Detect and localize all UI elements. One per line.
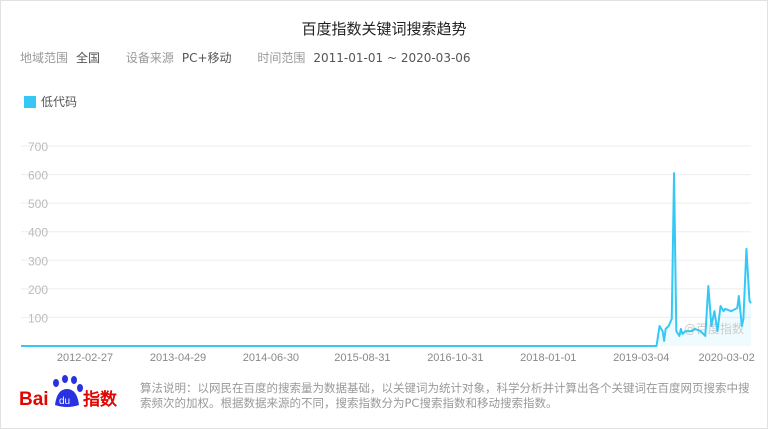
x-tick-label: 2018-01-01: [520, 352, 576, 364]
svg-text:du: du: [59, 396, 70, 407]
x-tick-label: 2015-08-31: [334, 352, 390, 364]
y-tick-label: 200: [28, 283, 48, 297]
series-area: [21, 173, 751, 346]
line-chart: 100 200 300 400 500 600 700 2012-02-27 2013-04-2…: [21, 140, 755, 364]
series-line-低代码: [21, 172, 752, 347]
x-tick-label: 2019-03-04: [613, 352, 669, 364]
y-tick-label: 100: [28, 311, 48, 325]
x-tick-label: 2013-04-29: [150, 352, 206, 364]
chart-card: 百度指数关键词搜索趋势 地域范围 全国 设备来源 PC+移动 时间范围 2011-01…: [0, 0, 768, 429]
y-tick-label: 700: [28, 140, 48, 154]
y-tick-label: 600: [28, 169, 48, 183]
baidu-logo: Bai du 指数: [19, 375, 118, 410]
y-tick-label: 400: [28, 226, 48, 240]
y-tick-label: 300: [28, 254, 48, 268]
x-tick-label: 2020-03-02: [698, 352, 754, 364]
x-tick-label: 2012-02-27: [57, 352, 113, 364]
y-tick-label: 500: [28, 197, 48, 211]
x-tick-label: 2014-06-30: [243, 352, 299, 364]
watermark: @百度指数: [684, 321, 744, 336]
x-tick-label: 2016-10-31: [427, 352, 483, 364]
svg-text:Bai: Bai: [19, 389, 49, 410]
svg-text:指数: 指数: [83, 389, 118, 410]
algorithm-note: 算法说明：以网民在百度的搜索量为数据基础，以关键词为统计对象，科学分析并计算出各…: [140, 381, 750, 410]
